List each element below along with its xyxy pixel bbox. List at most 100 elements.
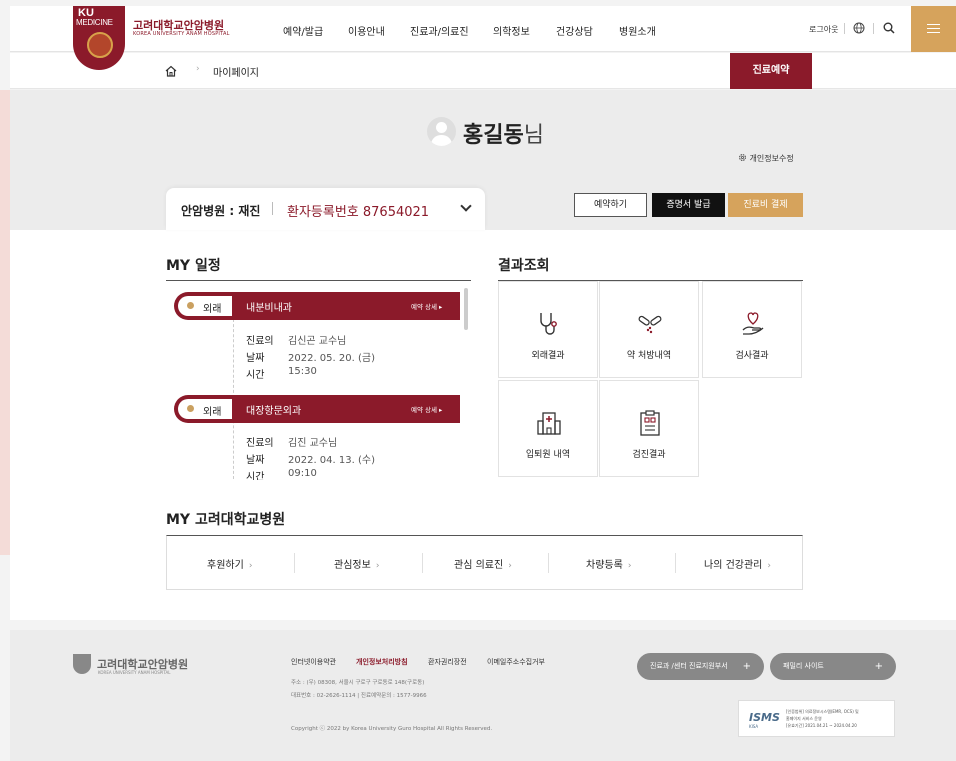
- appointment-department: 내분비내과: [246, 303, 292, 314]
- logo-medicine-text: MEDICINE: [76, 18, 113, 27]
- schedule-list[interactable]: 외래 내분비내과 예약 상세 ▸ 진료의 김신곤 교수님 날짜 2022. 05. …: [166, 282, 471, 480]
- heart-hand-icon: [742, 312, 764, 335]
- edit-profile-link[interactable]: 개인정보수정: [738, 153, 794, 164]
- chevron-right-icon: ›: [196, 64, 200, 74]
- result-label: 검사결과: [735, 351, 769, 361]
- search-icon[interactable]: [883, 22, 895, 37]
- left-accent-strip: [0, 90, 10, 555]
- isms-sub: KISA: [749, 724, 759, 729]
- stethoscope-icon: [540, 313, 557, 335]
- appointment-doctor: 진료의 김진 교수님: [246, 438, 338, 449]
- user-suffix: 님: [523, 123, 544, 148]
- divider: [873, 23, 874, 34]
- appointment-type-badge: 외래: [178, 296, 232, 316]
- certificate-button[interactable]: 증명서 발급: [652, 193, 725, 217]
- family-site-dropdown[interactable]: 패밀리 사이트 +: [770, 653, 896, 680]
- result-label: 외래결과: [531, 351, 565, 361]
- link-vehicle-register[interactable]: 차량등록 ›: [586, 556, 631, 571]
- hamburger-menu-button[interactable]: [911, 6, 956, 52]
- appointment-date: 날짜 2022. 05. 20. (금): [246, 353, 375, 364]
- ku-medicine-logo[interactable]: KU MEDICINE: [73, 6, 125, 70]
- gear-icon: [739, 154, 746, 161]
- schedule-scrollbar[interactable]: [464, 288, 468, 330]
- edit-profile-label: 개인정보수정: [749, 154, 794, 163]
- user-name: 홍길동: [463, 123, 524, 148]
- result-checkup[interactable]: 검진결과: [599, 380, 699, 477]
- chevron-down-icon[interactable]: [460, 200, 472, 212]
- link-donate[interactable]: 후원하기 ›: [207, 556, 252, 571]
- isms-logo: ISMS: [749, 711, 780, 724]
- patient-selector[interactable]: 안암병원 : 재진 환자등록번호 87654021: [166, 188, 485, 230]
- appointment-detail-link[interactable]: 예약 상세 ▸: [411, 301, 442, 311]
- plus-icon: +: [874, 661, 883, 672]
- reserve-button[interactable]: 진료예약: [730, 53, 812, 89]
- result-outpatient[interactable]: 외래결과: [498, 281, 598, 378]
- footer-link-patient-rights[interactable]: 환자권리장전: [428, 657, 467, 667]
- nav-about[interactable]: 병원소개: [619, 23, 656, 38]
- footer-address: 주소 : (우) 08308, 서울시 구로구 구로동로 148(구로동): [291, 680, 425, 686]
- globe-icon[interactable]: [853, 22, 865, 37]
- logo-ku-text: KU: [78, 7, 94, 19]
- appointment-department: 대장항문외과: [246, 406, 302, 417]
- schedule-title: MY 일정: [166, 258, 221, 274]
- appointment-date: 날짜 2022. 04. 13. (수): [246, 455, 375, 466]
- link-interest-info[interactable]: 관심정보 ›: [334, 556, 379, 571]
- footer-link-email-refusal[interactable]: 이메일주소수집거부: [487, 657, 545, 667]
- breadcrumb-current[interactable]: 마이페이지: [213, 64, 259, 79]
- appointment-time: 시간 15:30: [246, 366, 317, 381]
- breadcrumb: › 마이페이지 진료예약: [10, 53, 956, 89]
- isms-text: [인증범위] 의료정보시스템(EMR, OCS) 및: [786, 709, 859, 714]
- nav-health-consult[interactable]: 건강상담: [556, 23, 593, 38]
- footer-link-privacy[interactable]: 개인정보처리방침: [356, 657, 408, 667]
- department-site-dropdown[interactable]: 진료과 /센터 진료지원부서 +: [637, 653, 764, 680]
- result-label: 검진결과: [632, 450, 666, 460]
- divider: [166, 280, 471, 281]
- logout-link[interactable]: 로그아웃: [809, 24, 838, 35]
- footer-logo-emblem-icon: [73, 654, 91, 674]
- hospital-building-icon: [537, 412, 561, 435]
- my-hospital-title: MY 고려대학교병원: [166, 512, 286, 528]
- top-header: KU MEDICINE 고려대학교안암병원 KOREA UNIVERSITY A…: [10, 6, 956, 70]
- nav-guide[interactable]: 이용안내: [348, 23, 385, 38]
- appointment-header[interactable]: 외래 내분비내과 예약 상세 ▸: [174, 292, 460, 320]
- clipboard-icon: [640, 410, 660, 436]
- result-label: 약 처방내역: [626, 351, 672, 361]
- appointment-header[interactable]: 외래 대장항문외과 예약 상세 ▸: [174, 395, 460, 423]
- isms-text: [유효기간] 2021.04.21 ~ 2024.04.20: [786, 723, 857, 728]
- footer: 고려대학교안암병원 KOREA UNIVERSITY ANAM HOSPITAL…: [10, 630, 956, 761]
- hospital-status: 안암병원 : 재진: [181, 204, 261, 218]
- tiger-emblem-icon: [87, 32, 113, 58]
- pills-icon: [638, 315, 662, 334]
- appointment-doctor: 진료의 김신곤 교수님: [246, 336, 347, 347]
- footer-phone: 대표번호 : 02-2626-1114 | 진료예약문의 : 1577-9966: [291, 693, 427, 699]
- patient-number: 환자등록번호 87654021: [287, 205, 430, 220]
- divider: [294, 553, 295, 573]
- home-icon[interactable]: [164, 64, 178, 78]
- hospital-name-en: KOREA UNIVERSITY ANAM HOSPITAL: [133, 31, 230, 37]
- divider: [548, 553, 549, 573]
- user-greeting: 홍길동님: [463, 117, 544, 149]
- isms-certification-badge: ISMS KISA [인증범위] 의료정보시스템(EMR, OCS) 및 홈페이…: [738, 700, 895, 737]
- nav-reservation[interactable]: 예약/발급: [283, 23, 323, 38]
- book-button[interactable]: 예약하기: [574, 193, 647, 217]
- result-tests[interactable]: 검사결과: [702, 281, 802, 378]
- footer-copyright: Copyright ⓒ 2022 by Korea University Gur…: [291, 726, 493, 732]
- appointment-detail-link[interactable]: 예약 상세 ▸: [411, 404, 442, 414]
- pay-button[interactable]: 진료비 결제: [728, 193, 803, 217]
- divider: [422, 553, 423, 573]
- link-interest-doctors[interactable]: 관심 의료진 ›: [454, 556, 512, 571]
- footer-logo-sub: KOREA UNIVERSITY ANAM HOSPITAL: [98, 670, 171, 675]
- divider: [844, 23, 845, 34]
- footer-link-terms[interactable]: 인터넷이용약관: [291, 657, 336, 667]
- appointment-type-badge: 외래: [178, 399, 232, 419]
- my-hospital-links: 후원하기 › 관심정보 › 관심 의료진 › 차량등록 › 나의 건강관리 ›: [166, 535, 803, 590]
- result-label: 입퇴원 내역: [525, 450, 571, 460]
- nav-departments[interactable]: 진료과/의료진: [410, 23, 469, 38]
- link-health-management[interactable]: 나의 건강관리 ›: [704, 556, 771, 571]
- result-prescription[interactable]: 약 처방내역: [599, 281, 699, 378]
- nav-medical-info[interactable]: 의학정보: [493, 23, 530, 38]
- plus-icon: +: [742, 661, 751, 672]
- result-admission[interactable]: 입퇴원 내역: [498, 380, 598, 477]
- results-title: 결과조회: [498, 258, 550, 274]
- isms-text: 홈페이지 서비스 운영: [786, 716, 822, 721]
